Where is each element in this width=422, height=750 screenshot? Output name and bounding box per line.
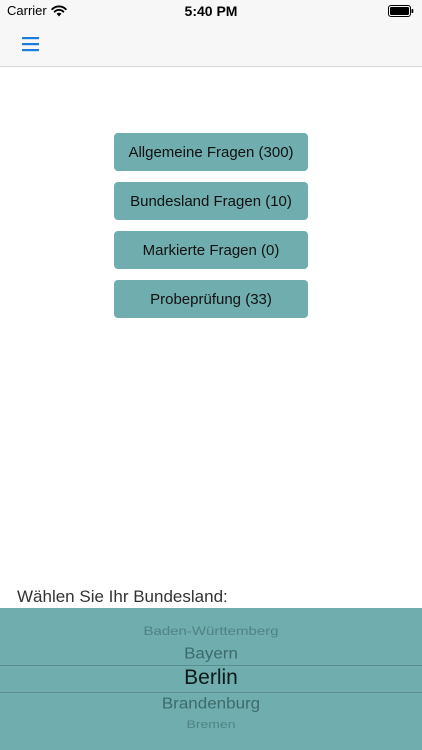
- navigation-bar: [0, 22, 422, 67]
- picker-item[interactable]: Bayern: [0, 645, 422, 663]
- picker-item[interactable]: Brandenburg: [0, 695, 422, 713]
- hamburger-menu-icon: [22, 36, 40, 52]
- state-picker[interactable]: Baden-Württemberg Bayern Berlin Brandenb…: [0, 608, 422, 750]
- battery-icon: [388, 5, 414, 17]
- general-questions-button[interactable]: Allgemeine Fragen (300): [114, 133, 308, 171]
- marked-questions-button[interactable]: Markierte Fragen (0): [114, 231, 308, 269]
- practice-exam-button[interactable]: Probeprüfung (33): [114, 280, 308, 318]
- picker-item[interactable]: Baden-Württemberg: [0, 625, 422, 639]
- status-bar: Carrier 5:40 PM: [0, 0, 422, 22]
- picker-item-selected[interactable]: Berlin: [0, 666, 422, 690]
- state-prompt-label: Wählen Sie Ihr Bundesland:: [17, 587, 228, 606]
- picker-item[interactable]: Bremen: [0, 718, 422, 731]
- status-time: 5:40 PM: [184, 3, 238, 19]
- menu-button[interactable]: [18, 31, 44, 57]
- state-questions-button[interactable]: Bundesland Fragen (10): [114, 182, 308, 220]
- category-button-list: Allgemeine Fragen (300) Bundesland Frage…: [114, 133, 308, 329]
